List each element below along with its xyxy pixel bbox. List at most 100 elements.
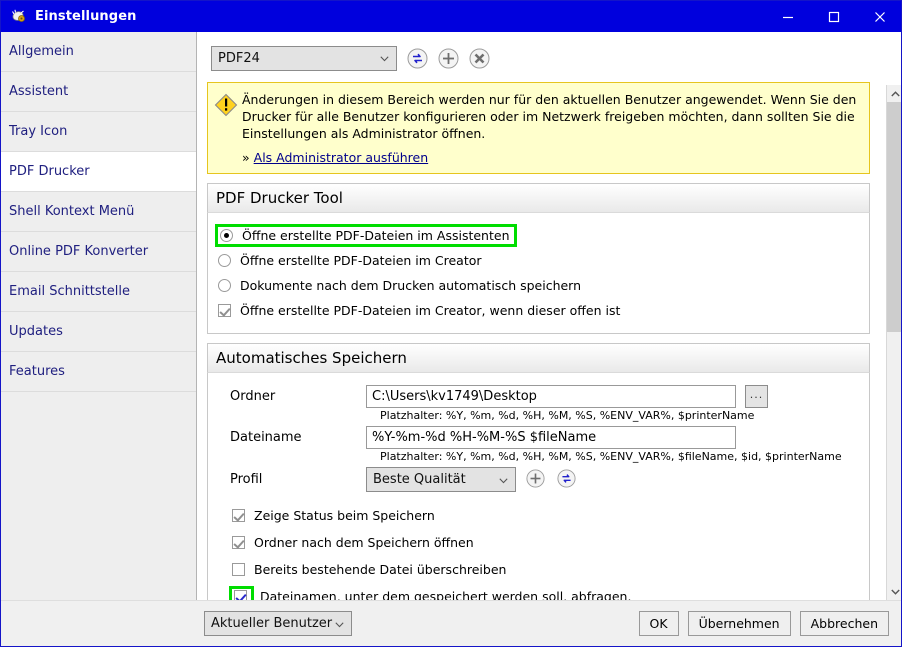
profile-select-value: Beste Qualität — [373, 472, 466, 487]
auto-save-group: Automatisches Speichern Ordner C:\Users\… — [207, 343, 870, 600]
folder-label: Ordner — [216, 389, 366, 404]
checkbox-row-open-folder[interactable]: Ordner nach dem Speichern öffnen — [232, 529, 861, 556]
checkbox-row-overwrite[interactable]: Bereits bestehende Datei überschreiben — [232, 556, 861, 583]
filename-hint: Platzhalter: %Y, %m, %d, %H, %M, %S, %EN… — [216, 450, 861, 463]
sidebar: Allgemein Assistent Tray Icon PDF Drucke… — [1, 32, 197, 600]
refresh-printer-button[interactable] — [407, 48, 428, 69]
checkbox-overwrite-existing-label: Bereits bestehende Datei überschreiben — [254, 562, 506, 577]
sidebar-item-allgemein[interactable]: Allgemein — [1, 32, 196, 72]
checkbox-ask-filename[interactable] — [234, 590, 247, 600]
auto-save-header: Automatisches Speichern — [207, 343, 870, 373]
main-area: Allgemein Assistent Tray Icon PDF Drucke… — [1, 32, 902, 600]
printer-tool-icon — [10, 8, 28, 26]
option-row-creator[interactable]: Öffne erstellte PDF-Dateien im Creator — [216, 248, 861, 273]
sidebar-item-assistent[interactable]: Assistent — [1, 72, 196, 112]
add-profile-button[interactable] — [526, 469, 547, 490]
warning-body: Änderungen in diesem Bereich werden nur … — [242, 91, 861, 165]
folder-input[interactable]: C:\Users\kv1749\Desktop — [366, 385, 736, 408]
checkbox-open-folder[interactable] — [232, 536, 245, 549]
printer-select[interactable]: PDF24 — [211, 46, 397, 71]
printer-tool-body: Öffne erstellte PDF-Dateien im Assistent… — [208, 213, 869, 333]
add-printer-button[interactable] — [438, 48, 459, 69]
filename-input[interactable]: %Y-%m-%d %H-%M-%S $fileName — [366, 426, 736, 449]
filename-label: Dateiname — [216, 430, 366, 445]
sidebar-item-pdf-drucker[interactable]: PDF Drucker — [1, 152, 196, 192]
checkbox-row-ask-filename[interactable]: Dateinamen, unter dem gespeichert werden… — [232, 583, 861, 600]
scroll-up-button[interactable] — [887, 85, 902, 102]
filename-row: Dateiname %Y-%m-%d %H-%M-%S $fileName — [216, 426, 861, 449]
sidebar-item-online-pdf-konverter[interactable]: Online PDF Konverter — [1, 232, 196, 272]
option-row-assistent[interactable]: Öffne erstellte PDF-Dateien im Assistent… — [216, 223, 861, 248]
profile-select[interactable]: Beste Qualität — [366, 467, 516, 492]
radio-open-in-creator[interactable] — [218, 254, 231, 267]
maximize-icon — [828, 11, 840, 23]
refresh-profile-button[interactable] — [557, 469, 578, 490]
folder-browse-button[interactable]: ... — [745, 385, 768, 408]
maximize-button[interactable] — [811, 1, 857, 32]
checkbox-open-in-creator-if-open[interactable] — [218, 304, 231, 317]
printer-select-value: PDF24 — [218, 51, 260, 66]
checkbox-open-in-creator-if-open-label: Öffne erstellte PDF-Dateien im Creator, … — [240, 303, 620, 318]
apply-button[interactable]: Übernehmen — [688, 611, 791, 636]
close-icon — [874, 11, 886, 23]
radio-autosave-after-print[interactable] — [218, 279, 231, 292]
checkbox-show-status[interactable] — [232, 509, 245, 522]
scroll-down-button[interactable] — [887, 583, 902, 600]
delete-icon — [469, 48, 490, 69]
plus-icon — [438, 48, 459, 69]
ok-button[interactable]: OK — [639, 611, 679, 636]
content-panel: PDF24 — [197, 32, 902, 600]
printer-toolbar: PDF24 — [197, 32, 881, 72]
checkbox-overwrite-existing[interactable] — [232, 563, 245, 576]
user-scope-value: Aktueller Benutzer — [211, 616, 332, 631]
chevron-down-icon — [891, 589, 900, 595]
run-as-admin-link[interactable]: Als Administrator ausführen — [254, 150, 429, 165]
user-scope-select[interactable]: Aktueller Benutzer — [204, 611, 352, 636]
footer-bar: Aktueller Benutzer OK Übernehmen Abbrech… — [1, 600, 902, 646]
profile-label: Profil — [216, 472, 366, 487]
sidebar-item-tray-icon[interactable]: Tray Icon — [1, 112, 196, 152]
checkbox-open-folder-label: Ordner nach dem Speichern öffnen — [254, 535, 474, 550]
option-row-autosave[interactable]: Dokumente nach dem Drucken automatisch s… — [216, 273, 861, 298]
cancel-button[interactable]: Abbrechen — [800, 611, 889, 636]
content-inner: PDF24 — [197, 32, 881, 600]
window-controls — [765, 1, 902, 32]
minimize-icon — [782, 11, 794, 23]
chevron-up-icon — [891, 91, 900, 97]
option-row-creator-if-open[interactable]: Öffne erstellte PDF-Dateien im Creator, … — [216, 298, 861, 323]
warning-text: Änderungen in diesem Bereich werden nur … — [242, 91, 861, 142]
checkbox-row-show-status[interactable]: Zeige Status beim Speichern — [232, 502, 861, 529]
checkbox-show-status-label: Zeige Status beim Speichern — [254, 508, 435, 523]
folder-hint: Platzhalter: %Y, %m, %d, %H, %M, %S, %EN… — [216, 409, 861, 422]
sidebar-item-email-schnittstelle[interactable]: Email Schnittstelle — [1, 272, 196, 312]
radio-open-in-creator-label: Öffne erstellte PDF-Dateien im Creator — [240, 253, 482, 268]
refresh-icon — [407, 48, 428, 69]
printer-tool-group: PDF Drucker Tool Öffne erstellte PDF-Dat… — [207, 183, 870, 334]
profile-row: Profil Beste Qualität — [216, 467, 861, 492]
sidebar-item-features[interactable]: Features — [1, 352, 196, 392]
link-prefix: » — [242, 150, 250, 165]
content-scrollbar[interactable] — [886, 85, 902, 600]
radio-autosave-after-print-label: Dokumente nach dem Drucken automatisch s… — [240, 278, 581, 293]
settings-window: Einstellungen Allgemein — [0, 0, 902, 647]
plus-icon — [526, 469, 545, 488]
chevron-down-icon — [380, 56, 389, 62]
chevron-down-icon — [335, 622, 344, 628]
chevron-down-icon — [499, 478, 508, 484]
admin-warning-box: Änderungen in diesem Bereich werden nur … — [207, 82, 870, 174]
sidebar-item-updates[interactable]: Updates — [1, 312, 196, 352]
window-title: Einstellungen — [35, 9, 136, 24]
radio-open-in-assistant[interactable] — [220, 229, 233, 242]
checkbox-ask-filename-label: Dateinamen, unter dem gespeichert werden… — [260, 589, 631, 600]
option-assistent-highlight: Öffne erstellte PDF-Dateien im Assistent… — [218, 227, 514, 244]
delete-printer-button[interactable] — [469, 48, 490, 69]
checkbox-ask-filename-highlight — [232, 589, 251, 600]
refresh-icon — [557, 469, 576, 488]
warning-diamond-icon — [214, 91, 242, 165]
footer-buttons: OK Übernehmen Abbrechen — [630, 611, 889, 636]
scrollbar-thumb[interactable] — [887, 102, 902, 332]
sidebar-item-shell-kontext-menu[interactable]: Shell Kontext Menü — [1, 192, 196, 232]
minimize-button[interactable] — [765, 1, 811, 32]
close-button[interactable] — [857, 1, 902, 32]
warning-link-row: » Als Administrator ausführen — [242, 150, 861, 165]
